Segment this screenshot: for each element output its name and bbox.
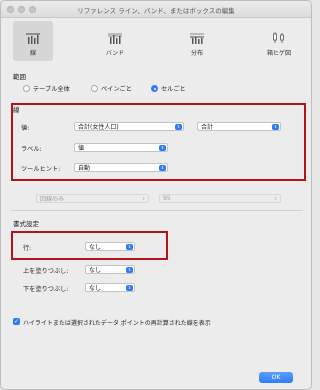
tooltip-select-text: 自動 — [78, 165, 91, 172]
radio-entire-table[interactable]: テーブル全体 — [23, 84, 70, 93]
tab-boxplot-label: 箱ヒゲ図 — [266, 50, 291, 57]
tab-band-label: バンド — [105, 50, 125, 57]
tab-distribution-label: 分布 — [190, 50, 203, 57]
format-line-select[interactable]: なし ⇕ — [85, 242, 135, 251]
ok-button[interactable]: OK — [259, 372, 293, 383]
chevron-updown-icon: ⇕ — [126, 267, 133, 273]
radio-circle — [91, 85, 98, 92]
chevron-updown-icon: ⇕ — [126, 285, 133, 291]
radio-per-pane[interactable]: ペインごと — [91, 84, 132, 93]
label-label: ラベル: — [21, 146, 42, 153]
radio-per-cell[interactable]: セルごと — [151, 84, 186, 93]
value-label: 値: — [21, 125, 30, 132]
radio-entire-table-label: テーブル全体 — [33, 86, 70, 93]
chevron-updown-icon: ⇕ — [141, 196, 146, 201]
chevron-updown-icon: ⇕ — [273, 196, 278, 201]
disabled-percent-text: 95 — [163, 195, 171, 202]
line-icon — [26, 33, 40, 44]
value-aggregation-select[interactable]: 合計 ⇕ — [197, 122, 281, 131]
fill-above-label: 上を塗りつぶし: — [23, 268, 69, 275]
format-label: 書式設定 — [13, 220, 39, 228]
recalc-label: ハイライトまたは選択されたデータ ポイントの再計算された線を表示 — [23, 320, 211, 327]
disabled-percent-select: 95 ⇕ — [159, 194, 281, 203]
value-field-select[interactable]: 合計(女性人口) ⇕ — [74, 122, 184, 131]
tooltip-select[interactable]: 自動 ⇕ — [74, 163, 168, 172]
fill-above-select[interactable]: なし ⇕ — [85, 265, 135, 274]
dialog-window: リファレンス ライン、バンド、またはボックスの編集 線 バンド 分布 箱ヒゲ図 … — [0, 0, 312, 390]
scope-label: 範囲 — [13, 73, 26, 81]
label-select[interactable]: 値 ⇕ — [74, 143, 168, 152]
recalc-checkbox[interactable]: ✓ — [13, 318, 20, 325]
fill-below-text: なし — [89, 285, 102, 292]
tab-band[interactable]: バンド — [95, 21, 135, 61]
chevron-updown-icon: ⇕ — [159, 165, 166, 171]
distribution-icon — [190, 33, 204, 44]
type-tabs: 線 バンド 分布 箱ヒゲ図 — [13, 21, 301, 63]
disabled-line-type-text: 回線のみ — [40, 196, 65, 203]
radio-circle — [23, 85, 30, 92]
boxplot-icon — [273, 32, 284, 43]
value-aggregation-text: 合計 — [201, 124, 214, 131]
tooltip-label: ツールヒント: — [21, 166, 61, 173]
format-line-text: なし — [89, 244, 102, 251]
radio-per-cell-label: セルごと — [161, 86, 186, 93]
chevron-updown-icon: ⇕ — [126, 244, 133, 250]
divider — [11, 210, 303, 211]
tab-distribution[interactable]: 分布 — [177, 21, 217, 61]
tab-line[interactable]: 線 — [13, 21, 53, 61]
chevron-updown-icon: ⇕ — [272, 124, 279, 130]
fill-below-label: 下を塗りつぶし: — [23, 286, 69, 293]
value-field-text: 合計(女性人口) — [78, 124, 119, 131]
label-select-text: 値 — [78, 145, 85, 152]
band-icon — [108, 33, 122, 44]
tab-line-label: 線 — [29, 50, 36, 57]
window-title: リファレンス ライン、バンド、またはボックスの編集 — [77, 7, 235, 15]
title-bar: リファレンス ライン、バンド、またはボックスの編集 — [1, 1, 311, 18]
radio-circle-selected — [151, 85, 158, 92]
chevron-updown-icon: ⇕ — [159, 145, 166, 151]
fill-above-text: なし — [89, 267, 102, 274]
format-line-label: 行: — [23, 245, 32, 252]
chevron-updown-icon: ⇕ — [175, 124, 182, 130]
disabled-line-type-select: 回線のみ ⇕ — [36, 194, 149, 203]
radio-per-pane-label: ペインごと — [101, 86, 132, 93]
fill-below-select[interactable]: なし ⇕ — [85, 283, 135, 292]
tab-boxplot[interactable]: 箱ヒゲ図 — [259, 21, 299, 61]
